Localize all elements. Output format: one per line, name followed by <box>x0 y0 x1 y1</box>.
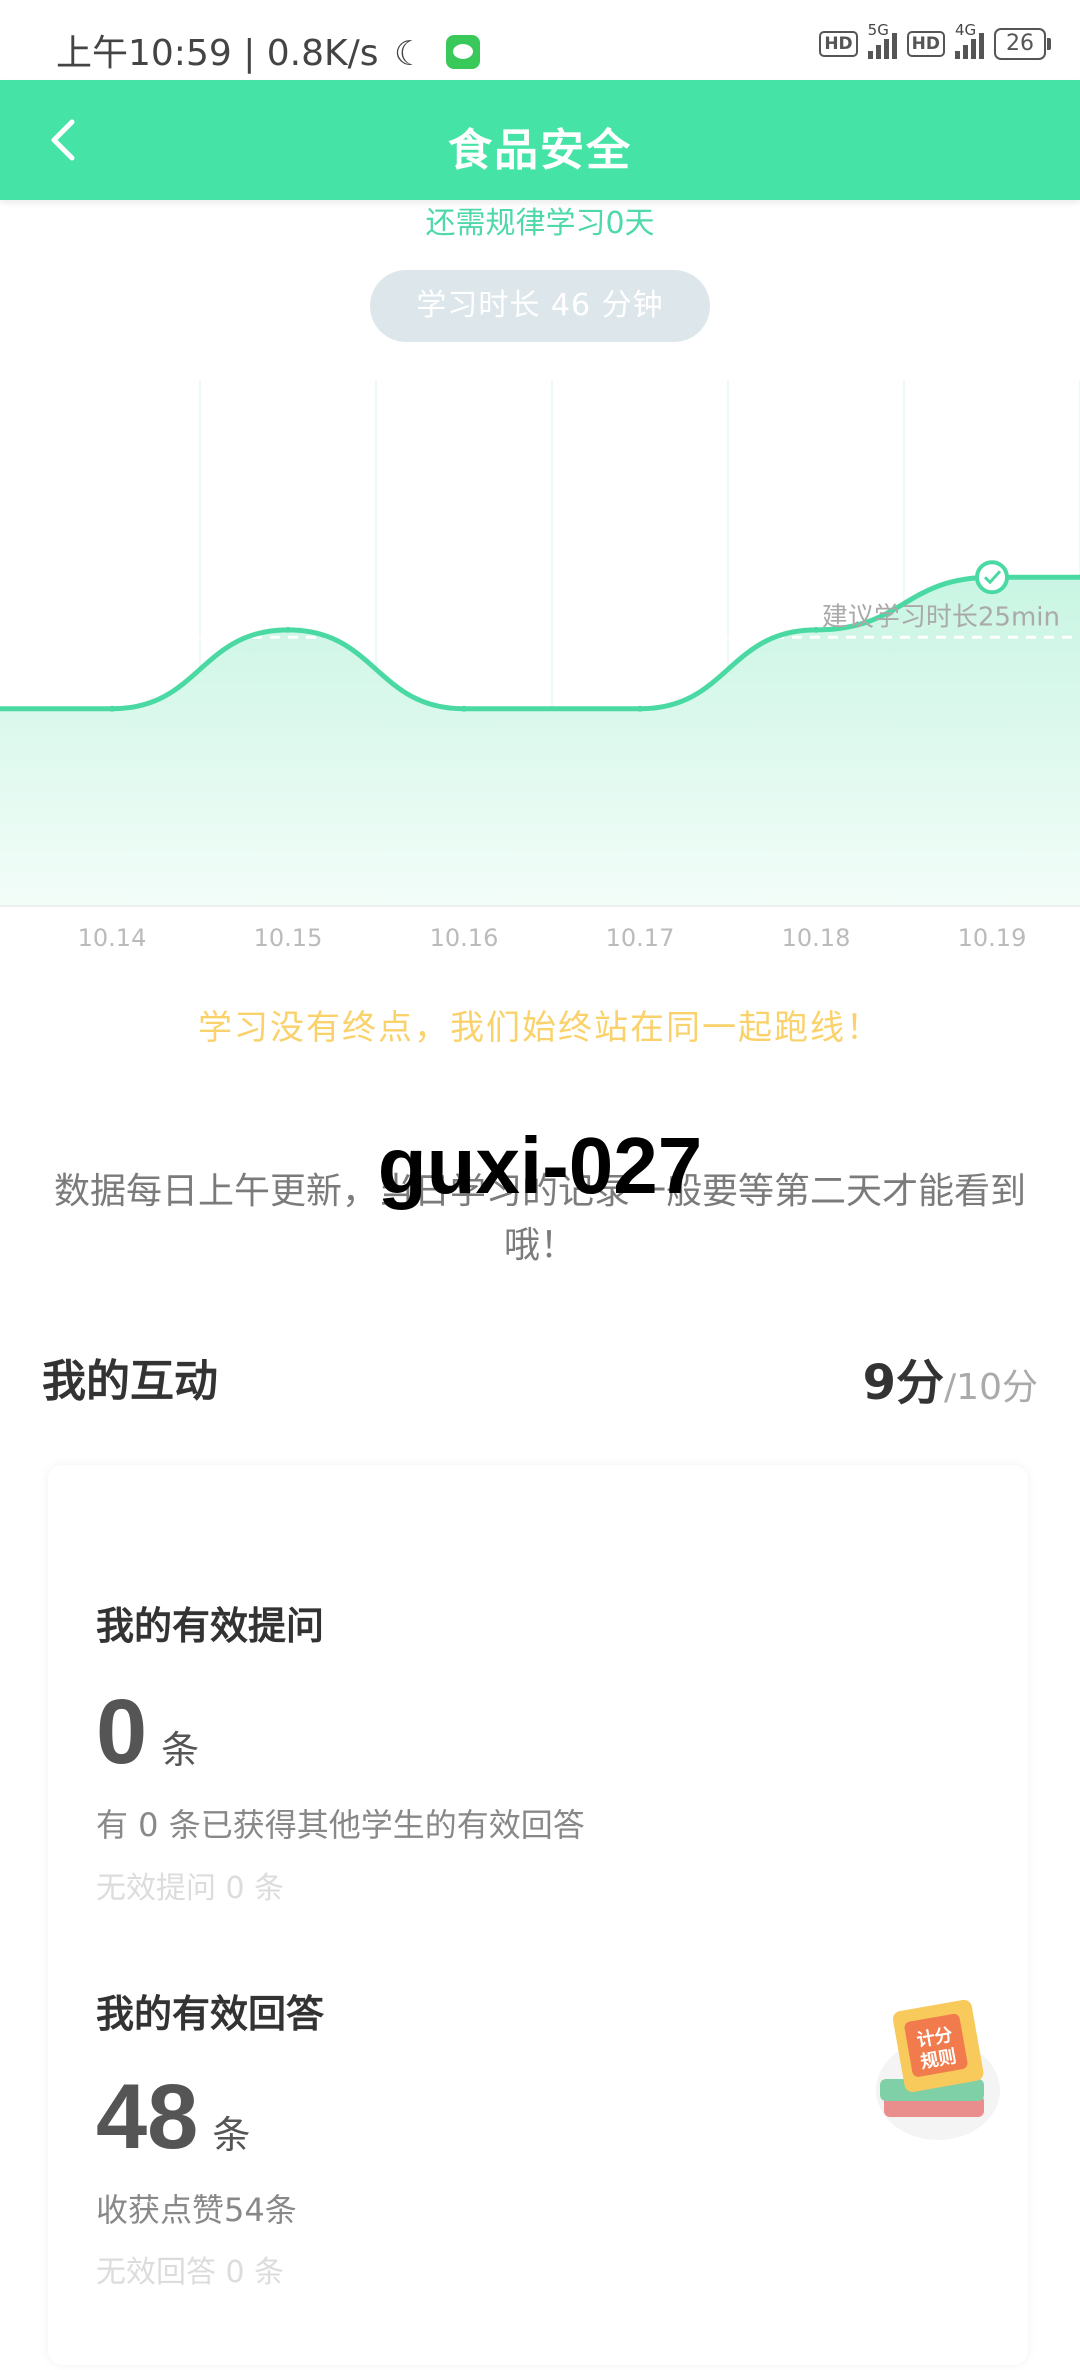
study-time-chart: 建议学习时长25min 10.14 10.15 10.16 10.17 10.18 10.… <box>0 380 1080 952</box>
scoring-rules-badge-icon[interactable]: 计分 规则 <box>868 1995 1008 2145</box>
chart-point <box>109 705 115 712</box>
chart-point <box>637 705 643 712</box>
x-tick-label: 10.16 <box>430 924 499 952</box>
page-title: 食品安全 <box>448 125 632 176</box>
answers-count: 48 条 <box>96 2066 251 2168</box>
chart-highlight-point <box>975 560 1009 595</box>
score-value: 9分 <box>862 1355 945 1411</box>
answers-invalid: 无效回答 0 条 <box>96 2255 285 2290</box>
study-duration-pill: 学习时长 46 分钟 <box>370 270 710 342</box>
score-total: /10分 <box>944 1367 1038 1408</box>
x-tick-label: 10.17 <box>606 924 675 952</box>
answers-title: 我的有效回答 <box>96 1992 325 2036</box>
wechat-icon <box>445 35 480 69</box>
hd-icon-2: HD <box>906 31 945 57</box>
signal-5g-icon: 5G <box>867 21 897 59</box>
status-right: HD 5G HD 4G 26 <box>819 21 1051 60</box>
net-speed: 0.8K/s <box>266 33 379 74</box>
battery-icon: 26 <box>994 28 1051 60</box>
x-tick-label: 10.14 <box>78 924 147 952</box>
questions-count: 0条 <box>96 1681 200 1783</box>
status-left: 上午10:59 | 0.8K/s ☾ <box>56 24 480 76</box>
hd-icon: HD <box>819 31 858 57</box>
status-time: 上午10:59 <box>56 33 232 74</box>
moon-icon: ☾ <box>393 34 425 74</box>
x-tick-label: 10.19 <box>958 924 1027 952</box>
interaction-score: 9分/10分 <box>863 1343 1038 1413</box>
chart-point <box>285 626 291 633</box>
x-tick-label: 10.18 <box>782 924 851 952</box>
questions-title: 我的有效提问 <box>96 1604 325 1648</box>
app-bar: 食品安全 <box>0 80 1080 200</box>
motto-text: 学习没有终点，我们始终站在同一起跑线！ <box>198 1008 882 1048</box>
chart-point <box>461 705 467 712</box>
signal-4g-icon: 4G <box>955 21 984 59</box>
answers-detail: 收获点赞54条 <box>96 2191 297 2229</box>
interaction-card: 我的有效提问 0条 有 0 条已获得其他学生的有效回答 无效提问 0 条 我的有… <box>48 1465 1028 2365</box>
interaction-title: 我的互动 <box>42 1356 218 1407</box>
chart-point <box>813 626 819 633</box>
questions-detail: 有 0 条已获得其他学生的有效回答 <box>96 1806 585 1844</box>
watermark-text: guxi-027 <box>377 1121 703 1210</box>
x-tick-label: 10.15 <box>254 924 323 952</box>
remaining-days-text: 还需规律学习0天 <box>425 206 655 241</box>
questions-invalid: 无效提问 0 条 <box>96 1871 285 1906</box>
status-bar: 上午10:59 | 0.8K/s ☾ HD 5G HD 4G 26 <box>0 0 1080 80</box>
recommended-time-label: 建议学习时长25min <box>822 602 1060 632</box>
